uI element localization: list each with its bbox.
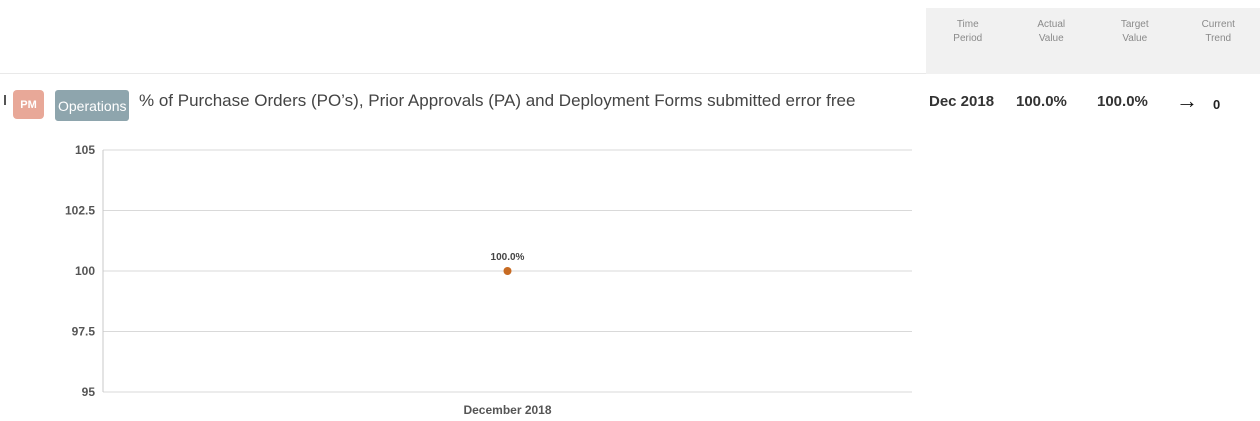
y-tick-label: 95 bbox=[82, 385, 96, 399]
row-divider bbox=[0, 73, 926, 74]
col-header-target-value: Target Value bbox=[1120, 19, 1149, 44]
data-label: 100.0% bbox=[491, 252, 525, 263]
y-tick-label: 100 bbox=[75, 264, 95, 278]
actual-value: 100.0% bbox=[1016, 93, 1067, 110]
right-arrow-icon: → bbox=[1176, 88, 1198, 113]
kpi-title[interactable]: % of Purchase Orders (PO’s), Prior Appro… bbox=[139, 91, 855, 111]
row-edge-marker bbox=[4, 95, 6, 105]
chart-y-axis: 105 102.5 100 97.5 95 bbox=[65, 143, 104, 399]
category-badge[interactable]: Operations bbox=[55, 90, 130, 121]
kpi-table-header: Time Period Actual Value Target Value Cu… bbox=[926, 8, 1260, 74]
target-value: 100.0% bbox=[1097, 93, 1148, 110]
col-header-time-period: Time Period bbox=[953, 19, 983, 44]
chart-x-axis: December 2018 bbox=[463, 403, 551, 417]
col-header-current-trend: Current Trend bbox=[1201, 19, 1235, 44]
time-period-value: Dec 2018 bbox=[929, 93, 995, 110]
y-tick-label: 102.5 bbox=[65, 204, 95, 218]
kpi-chart: 105 102.5 100 97.5 95 December 2018 100.0% bbox=[65, 143, 912, 417]
x-tick-label: December 2018 bbox=[463, 403, 551, 417]
y-tick-label: 105 bbox=[75, 143, 95, 157]
data-point bbox=[503, 267, 512, 275]
pm-badge[interactable]: PM bbox=[13, 90, 44, 119]
chart-marks: 100.0% bbox=[491, 252, 525, 275]
col-header-actual-value: Actual Value bbox=[1037, 19, 1066, 44]
trend-value: 0 bbox=[1213, 97, 1221, 112]
y-tick-label: 97.5 bbox=[72, 325, 96, 339]
